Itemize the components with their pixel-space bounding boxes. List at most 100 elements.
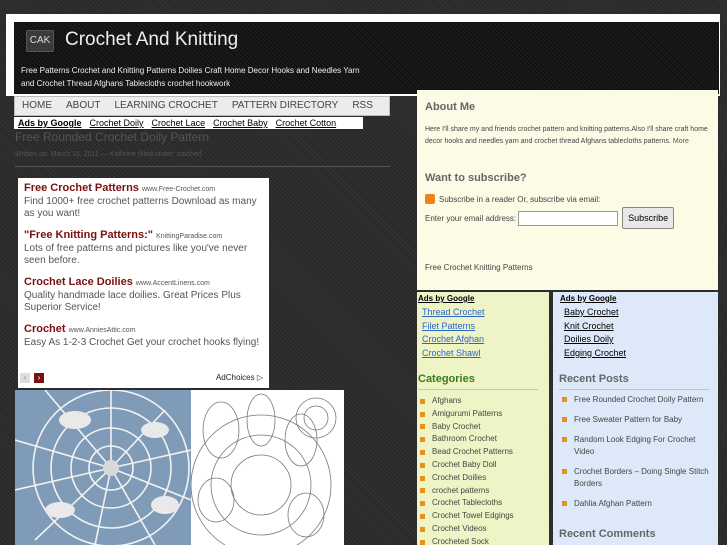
ad-link-crochet-doily[interactable]: Crochet Doily <box>86 117 148 129</box>
site-title[interactable]: Crochet And Knitting <box>65 29 238 51</box>
recent-post-label[interactable]: Free Sweater Pattern for Baby <box>574 414 682 426</box>
recent-post-item[interactable]: Dahlia Afghan Pattern <box>562 498 712 510</box>
ad-link-baby-crochet[interactable]: Baby Crochet <box>560 306 626 320</box>
category-item[interactable]: Crochet Towel Edgings <box>420 510 514 523</box>
category-item[interactable]: Crochet Tablecloths <box>420 497 514 510</box>
bullet-icon <box>420 501 425 507</box>
recent-post-item[interactable]: Crochet Borders – Doing Single Stitch Bo… <box>562 466 712 490</box>
category-item[interactable]: Baby Crochet <box>420 421 514 434</box>
category-item[interactable]: crochet patterns <box>420 485 514 498</box>
nav-about[interactable]: ABOUT <box>59 97 107 115</box>
recent-post-label[interactable]: Random Look Edging For Crochet Video <box>574 434 712 458</box>
ad-link-crochet-lace[interactable]: Crochet Lace <box>148 117 210 129</box>
ad-unit[interactable]: "Free Knitting Patterns:" KnittingParadi… <box>24 229 263 267</box>
categories-list: Afghans Amigurumi Patterns Baby Crochet … <box>420 395 514 545</box>
recent-posts-list: Free Rounded Crochet Doily Pattern Free … <box>562 394 712 518</box>
recent-post-item[interactable]: Free Sweater Pattern for Baby <box>562 414 712 426</box>
ad-link-edging-crochet[interactable]: Edging Crochet <box>560 347 626 361</box>
category-label[interactable]: crochet patterns <box>432 485 489 498</box>
site-logo[interactable]: CAK <box>26 30 54 52</box>
recent-post-item[interactable]: Random Look Edging For Crochet Video <box>562 434 712 458</box>
category-label[interactable]: Crochet Baby Doll <box>432 459 496 472</box>
ad-unit[interactable]: Crochet www.AnniesAttic.com Easy As 1-2-… <box>24 323 263 349</box>
ads-by-google-heading[interactable]: Ads by Google <box>560 294 626 303</box>
recent-post-label[interactable]: Dahlia Afghan Pattern <box>574 498 652 510</box>
nav-pattern-directory[interactable]: PATTERN DIRECTORY <box>225 97 346 115</box>
category-item[interactable]: Crochet Baby Doll <box>420 459 514 472</box>
email-subscribe-row: Enter your email address: Subscribe <box>425 207 675 229</box>
category-label[interactable]: Amigurumi Patterns <box>432 408 502 421</box>
ad-footer: ‹ › AdChoices ▷ <box>20 373 267 385</box>
nav-learning-crochet[interactable]: LEARNING CROCHET <box>107 97 224 115</box>
ad-link-crochet-baby[interactable]: Crochet Baby <box>209 117 272 129</box>
bullet-icon <box>420 437 425 443</box>
doily-photo[interactable] <box>15 390 191 545</box>
category-label[interactable]: Crochet Videos <box>432 523 487 536</box>
rss-icon[interactable] <box>425 194 435 204</box>
subscribe-button[interactable]: Subscribe <box>622 207 675 229</box>
category-label[interactable]: Bead Crochet Patterns <box>432 446 513 459</box>
category-item[interactable]: Crochet Videos <box>420 523 514 536</box>
post-title[interactable]: Free Rounded Crochet Doily Pattern <box>15 130 209 144</box>
categories-heading: Categories <box>418 373 475 385</box>
ad-description: Find 1000+ free crochet patterns Downloa… <box>24 196 257 219</box>
site-header: CAK Crochet And Knitting Free Patterns C… <box>14 22 719 94</box>
ad-url[interactable]: KnittingParadise.com <box>156 233 222 240</box>
ad-title[interactable]: Crochet Lace Doilies <box>24 276 133 288</box>
recent-posts-heading: Recent Posts <box>559 373 629 385</box>
site-tagline: Free Patterns Crochet and Knitting Patte… <box>21 66 360 88</box>
rss-subscribe-text[interactable]: Subscribe in a reader Or, subscribe via … <box>439 195 600 204</box>
category-label[interactable]: Crochet Towel Edgings <box>432 510 514 523</box>
ad-description: Easy As 1-2-3 Crochet Get your crochet h… <box>24 337 260 348</box>
doily-diagram[interactable] <box>191 390 344 545</box>
doily-diagram-image <box>191 390 344 545</box>
ad-title[interactable]: "Free Knitting Patterns:" <box>24 229 153 241</box>
post-divider <box>15 166 390 167</box>
ad-url[interactable]: www.AccentLinens.com <box>136 280 210 287</box>
category-item[interactable]: Crocheted Sock <box>420 536 514 545</box>
free-patterns-text[interactable]: Free Crochet Knitting Patterns <box>425 263 533 272</box>
ad-link-doilies-doily[interactable]: Doilies Doily <box>560 333 626 347</box>
ad-title[interactable]: Free Crochet Patterns <box>24 182 139 194</box>
category-label[interactable]: Baby Crochet <box>432 421 480 434</box>
bullet-icon <box>562 417 567 422</box>
email-field[interactable] <box>518 210 619 226</box>
ad-link-crochet-cotton[interactable]: Crochet Cotton <box>272 117 341 129</box>
bullet-icon <box>562 501 567 506</box>
ad-unit[interactable]: Crochet Lace Doilies www.AccentLinens.co… <box>24 276 263 314</box>
adchoices-link[interactable]: AdChoices ▷ <box>216 373 263 382</box>
nav-rss[interactable]: RSS <box>345 97 380 115</box>
category-label[interactable]: Afghans <box>432 395 461 408</box>
ad-link-thread-crochet[interactable]: Thread Crochet <box>418 306 485 320</box>
ads-by-google-heading[interactable]: Ads by Google <box>418 294 485 303</box>
ad-next-arrow-icon[interactable]: › <box>34 373 44 383</box>
ad-link-knit-crochet[interactable]: Knit Crochet <box>560 320 626 334</box>
category-item[interactable]: Crochet Doilies <box>420 472 514 485</box>
category-item[interactable]: Amigurumi Patterns <box>420 408 514 421</box>
category-item[interactable]: Bead Crochet Patterns <box>420 446 514 459</box>
sidebar-top-panel <box>417 90 718 290</box>
recent-post-label[interactable]: Free Rounded Crochet Doily Pattern <box>574 394 703 406</box>
ad-link-crochet-shawl[interactable]: Crochet Shawl <box>418 347 485 361</box>
ad-url[interactable]: www.Free-Crochet.com <box>142 186 215 193</box>
ad-prev-arrow-icon[interactable]: ‹ <box>20 373 30 383</box>
category-item[interactable]: Afghans <box>420 395 514 408</box>
ad-title[interactable]: Crochet <box>24 323 66 335</box>
category-label[interactable]: Crochet Tablecloths <box>432 497 502 510</box>
categories-divider <box>418 389 538 390</box>
bullet-icon <box>562 437 567 442</box>
ad-url[interactable]: www.AnniesAttic.com <box>69 327 136 334</box>
recent-post-item[interactable]: Free Rounded Crochet Doily Pattern <box>562 394 712 406</box>
category-label[interactable]: Bathroom Crochet <box>432 433 497 446</box>
recent-post-label[interactable]: Crochet Borders – Doing Single Stitch Bo… <box>574 466 712 490</box>
ad-link-filet-patterns[interactable]: Filet Patterns <box>418 320 485 334</box>
category-label[interactable]: Crochet Doilies <box>432 472 486 485</box>
about-more-link[interactable]: More <box>673 138 689 145</box>
category-label[interactable]: Crocheted Sock <box>432 536 489 545</box>
nav-home[interactable]: HOME <box>15 97 59 115</box>
ads-by-google-link[interactable]: Ads by Google <box>14 117 86 129</box>
bullet-icon <box>420 411 425 417</box>
ad-link-crochet-afghan[interactable]: Crochet Afghan <box>418 333 485 347</box>
category-item[interactable]: Bathroom Crochet <box>420 433 514 446</box>
ad-unit[interactable]: Free Crochet Patterns www.Free-Crochet.c… <box>24 182 263 220</box>
